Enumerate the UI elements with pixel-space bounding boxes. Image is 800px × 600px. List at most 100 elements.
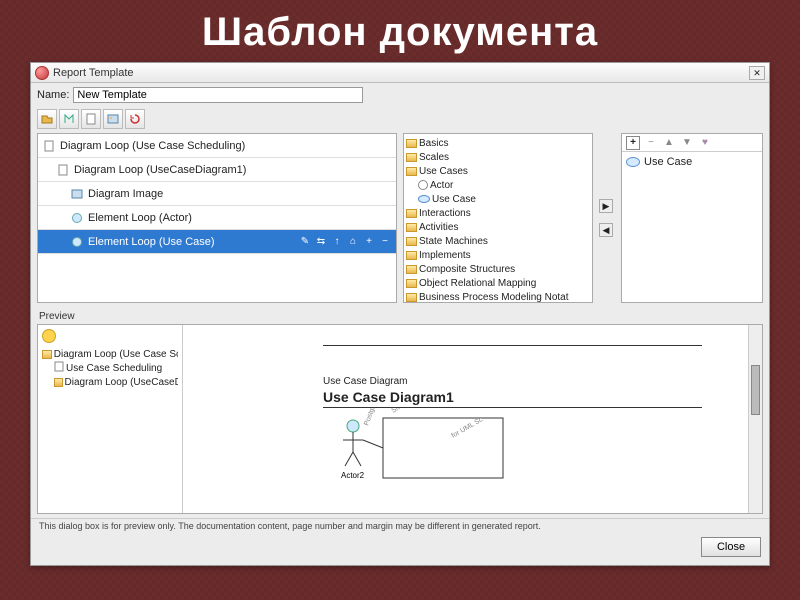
add-icon[interactable]: + — [626, 136, 640, 150]
refresh-icon[interactable] — [125, 109, 145, 129]
image-icon[interactable] — [103, 109, 123, 129]
tree-item[interactable]: Actor — [406, 178, 590, 192]
app-icon — [35, 66, 49, 80]
folder-icon — [406, 293, 417, 302]
folder-icon — [406, 153, 417, 162]
tree-item-label: Interactions — [419, 208, 471, 219]
folder-icon — [406, 279, 417, 288]
usecase-icon — [626, 157, 640, 167]
move-right-button[interactable]: ▶ — [599, 199, 613, 213]
tree-item[interactable]: Activities — [406, 220, 590, 234]
smiley-icon — [42, 329, 56, 343]
actor-icon — [418, 180, 428, 190]
home-icon[interactable]: ⌂ — [346, 235, 360, 249]
preview-tree-item[interactable]: Diagram Loop (UseCaseDiagram1) — [42, 375, 178, 389]
name-row: Name: — [31, 83, 769, 107]
tree-item[interactable]: Object Relational Mapping — [406, 276, 590, 290]
name-label: Name: — [37, 89, 69, 101]
minus-icon[interactable]: − — [378, 235, 392, 249]
row-label: Diagram Loop (Use Case Scheduling) — [60, 140, 245, 152]
folder-icon — [54, 378, 63, 387]
slide-title: Шаблон документа — [0, 0, 800, 55]
folder-icon — [406, 209, 417, 218]
folder-icon — [406, 251, 417, 260]
preview-tree-item[interactable]: Use Case Scheduling — [42, 361, 178, 375]
folder-icon — [406, 223, 417, 232]
tree-item-label: Implements — [419, 250, 471, 261]
name-input[interactable] — [73, 87, 363, 103]
diagram-svg: Actor2 Smartphone Technologies for UML S… — [323, 408, 583, 498]
row-label: Diagram Image — [88, 188, 163, 200]
loop-row[interactable]: Element Loop (Use Case) ✎⇆↑⌂+− — [38, 230, 396, 254]
loop-row[interactable]: Element Loop (Actor) — [38, 206, 396, 230]
tree-item[interactable]: Business Process Modeling Notat — [406, 290, 590, 303]
edit-icon[interactable]: ✎ — [298, 235, 312, 249]
svg-text:Smartphone Technologies: Smartphone Technologies — [391, 408, 465, 415]
preview-tree-label: Diagram Loop (Use Case Sched — [54, 349, 178, 360]
folder-icon — [406, 237, 417, 246]
tree-item[interactable]: Implements — [406, 248, 590, 262]
preview-label: Preview — [31, 309, 769, 324]
export-icon[interactable] — [59, 109, 79, 129]
row-icon — [70, 211, 84, 225]
dialog-footer: Close — [31, 533, 769, 565]
tree-item-label: State Machines — [419, 236, 488, 247]
scrollbar-thumb[interactable] — [751, 365, 760, 415]
middle-section: Diagram Loop (Use Case Scheduling) Diagra… — [31, 133, 769, 309]
loop-panel[interactable]: Diagram Loop (Use Case Scheduling) Diagra… — [37, 133, 397, 303]
element-tree[interactable]: BasicsScalesUse Cases Actor Use Case Intera… — [403, 133, 593, 303]
status-text: This dialog box is for preview only. The… — [31, 518, 769, 533]
tree-item-label: Actor — [430, 180, 453, 191]
row-label: Element Loop (Actor) — [88, 212, 192, 224]
heart-icon[interactable]: ♥ — [698, 136, 712, 150]
svg-text:PostgreSQL Pro: PostgreSQL Pro — [363, 408, 387, 427]
row-icon — [70, 235, 84, 249]
tree-item-label: Composite Structures — [419, 264, 515, 275]
remove-icon[interactable]: − — [644, 136, 658, 150]
tree-item[interactable]: Use Cases — [406, 164, 590, 178]
row-label: Element Loop (Use Case) — [88, 236, 215, 248]
link-icon[interactable]: ⇆ — [314, 235, 328, 249]
down-icon[interactable]: ▼ — [680, 136, 694, 150]
up-icon[interactable]: ↑ — [330, 235, 344, 249]
preview-tree-label: Use Case Scheduling — [66, 363, 162, 374]
tree-item-label: Business Process Modeling Notat — [419, 292, 569, 303]
tree-item[interactable]: Interactions — [406, 206, 590, 220]
diagram-subtitle: Use Case Diagram — [323, 376, 762, 387]
selected-item-label: Use Case — [644, 156, 692, 168]
preview-tree-item[interactable]: Diagram Loop (Use Case Sched — [42, 347, 178, 361]
open-icon[interactable] — [37, 109, 57, 129]
tree-item-label: Use Case — [432, 194, 476, 205]
tree-item-label: Object Relational Mapping — [419, 278, 536, 289]
tree-item[interactable]: Composite Structures — [406, 262, 590, 276]
window-close-button[interactable]: ✕ — [749, 66, 765, 80]
selected-panel: + − ▲ ▼ ♥ Use Case — [621, 133, 763, 303]
move-left-button[interactable]: ◀ — [599, 223, 613, 237]
preview-tree-label: Diagram Loop (UseCaseDiagram1) — [65, 377, 178, 388]
loop-row[interactable]: Diagram Loop (UseCaseDiagram1) — [38, 158, 396, 182]
tree-item[interactable]: State Machines — [406, 234, 590, 248]
transfer-arrows: ▶ ◀ — [599, 133, 615, 303]
close-button[interactable]: Close — [701, 537, 761, 557]
new-doc-icon[interactable] — [81, 109, 101, 129]
loop-row[interactable]: Diagram Loop (Use Case Scheduling) — [38, 134, 396, 158]
folder-icon — [42, 350, 52, 359]
tree-item[interactable]: Basics — [406, 136, 590, 150]
loop-row[interactable]: Diagram Image — [38, 182, 396, 206]
tree-item-label: Activities — [419, 222, 458, 233]
row-icon — [56, 163, 70, 177]
preview-tree[interactable]: Diagram Loop (Use Case Sched Use Case Sch… — [38, 325, 183, 513]
actor-label: Actor2 — [341, 471, 365, 480]
tree-item[interactable]: Scales — [406, 150, 590, 164]
selected-item[interactable]: Use Case — [622, 152, 762, 172]
up-icon[interactable]: ▲ — [662, 136, 676, 150]
preview-canvas: Use Case Diagram Use Case Diagram1 Actor… — [183, 325, 762, 513]
doc-icon — [54, 361, 64, 375]
preview-scrollbar[interactable] — [748, 325, 762, 513]
usecase-icon — [418, 195, 430, 203]
report-template-dialog: Report Template ✕ Name: Diagram Loop (Us… — [30, 62, 770, 566]
tree-item[interactable]: Use Case — [406, 192, 590, 206]
plus-icon[interactable]: + — [362, 235, 376, 249]
preview-panel: Diagram Loop (Use Case Sched Use Case Sch… — [37, 324, 763, 514]
titlebar: Report Template ✕ — [31, 63, 769, 83]
